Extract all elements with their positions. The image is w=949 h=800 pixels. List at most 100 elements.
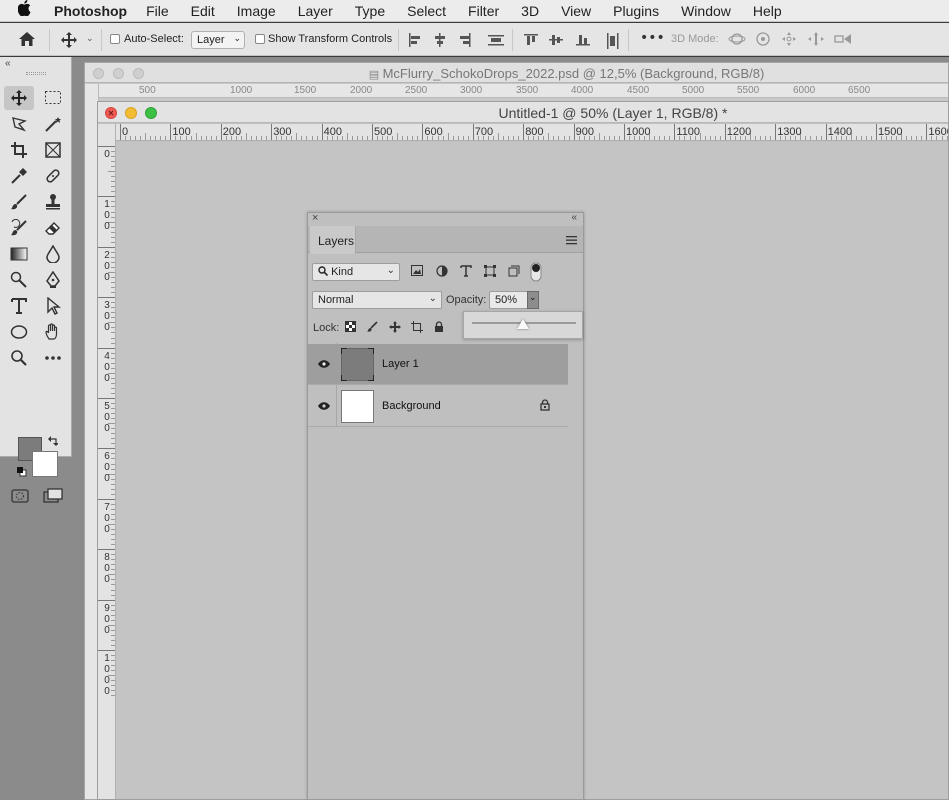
type-tool-icon[interactable] (4, 294, 34, 318)
gradient-tool-icon[interactable] (4, 242, 34, 266)
apple-menu-icon[interactable] (17, 0, 44, 21)
align-right-icon[interactable] (458, 33, 472, 50)
smart-object-filter-icon[interactable] (508, 265, 520, 280)
lock-transparent-pixels-icon[interactable] (345, 321, 356, 335)
clone-stamp-tool-icon[interactable] (38, 190, 68, 214)
lock-label: Lock: (313, 322, 340, 334)
lock-image-pixels-icon[interactable] (367, 321, 378, 335)
rectangular-marquee-tool-icon[interactable] (38, 86, 68, 110)
align-bottom-icon[interactable] (576, 33, 590, 50)
menu-window[interactable]: Window (670, 3, 742, 19)
zoom-tool-icon[interactable] (4, 346, 34, 370)
layer-locked-icon[interactable] (540, 399, 550, 414)
path-selection-tool-icon[interactable] (38, 294, 68, 318)
layer-thumbnail[interactable] (341, 348, 374, 381)
layer-thumbnail[interactable] (341, 390, 374, 423)
frame-tool-icon[interactable] (38, 138, 68, 162)
history-brush-tool-icon[interactable] (4, 216, 34, 240)
menu-help[interactable]: Help (742, 3, 793, 19)
auto-select-checkbox[interactable] (110, 34, 120, 44)
opacity-slider-handle[interactable] (517, 319, 529, 329)
show-transform-controls-checkbox[interactable] (255, 34, 265, 44)
eyedropper-tool-icon[interactable] (4, 164, 34, 188)
background-color-swatch[interactable] (32, 451, 58, 477)
shape-layer-filter-icon[interactable] (484, 265, 496, 280)
menu-select[interactable]: Select (396, 3, 457, 19)
menu-view[interactable]: View (550, 3, 602, 19)
more-tools-icon[interactable] (38, 346, 68, 370)
healing-brush-tool-icon[interactable] (38, 164, 68, 188)
magic-wand-tool-icon[interactable] (38, 112, 68, 136)
swap-colors-icon[interactable] (48, 435, 59, 449)
eraser-tool-icon[interactable] (38, 216, 68, 240)
orbit-3d-icon[interactable] (728, 31, 746, 50)
menu-3d[interactable]: 3D (510, 3, 550, 19)
distribute-vertical-icon[interactable] (606, 33, 620, 52)
default-colors-icon[interactable] (16, 466, 27, 480)
tab-layers[interactable]: Layers (310, 226, 356, 254)
menu-filter[interactable]: Filter (457, 3, 510, 19)
menu-image[interactable]: Image (226, 3, 287, 19)
collapse-toolbar-icon[interactable]: « (5, 58, 11, 69)
ruler-minor-tick (311, 136, 313, 140)
layer-row-layer-1[interactable]: Layer 1 (308, 344, 568, 385)
background-document-titlebar[interactable]: ▤ McFlurry_SchokoDrops_2022.psd @ 12,5% … (85, 63, 948, 83)
more-options-icon[interactable]: ••• (640, 30, 665, 46)
close-panel-icon[interactable]: × (312, 212, 318, 224)
pen-tool-icon[interactable] (38, 268, 68, 292)
panel-menu-icon[interactable] (566, 234, 577, 248)
collapse-panel-icon[interactable]: « (571, 212, 577, 223)
opacity-slider-toggle[interactable]: ⌄ (527, 291, 539, 309)
menu-file[interactable]: File (135, 3, 180, 19)
adjustment-layer-filter-icon[interactable] (436, 265, 448, 280)
home-icon[interactable] (18, 31, 36, 50)
move-tool-preset-icon[interactable] (60, 31, 78, 52)
quick-mask-icon[interactable] (11, 489, 29, 506)
vertical-ruler[interactable]: 0 1 0 0 2 0 0 3 0 0 4 0 0 5 0 0 6 0 0 7 0 0 8 0 … (98, 124, 116, 799)
visibility-eye-icon[interactable] (318, 399, 330, 413)
layer-name[interactable]: Background (382, 400, 441, 412)
slide-3d-icon[interactable] (807, 31, 825, 50)
blur-tool-icon[interactable] (38, 242, 68, 266)
lasso-tool-icon[interactable] (4, 112, 34, 136)
filter-toggle-switch[interactable] (530, 262, 542, 285)
align-horizontal-center-icon[interactable] (433, 33, 447, 50)
align-top-icon[interactable] (524, 33, 538, 50)
auto-select-dropdown[interactable]: Layer ⌄ (191, 31, 245, 49)
horizontal-ruler[interactable]: 0 100 200 300 400 500 600 700 800 900 1000 1100 1200… (116, 124, 948, 141)
distribute-horizontal-icon[interactable] (488, 33, 504, 50)
menu-type[interactable]: Type (344, 3, 396, 19)
ruler-minor-tick (111, 639, 115, 641)
dodge-tool-icon[interactable] (4, 268, 34, 292)
pixel-layer-filter-icon[interactable] (411, 265, 423, 279)
filter-kind-dropdown[interactable]: Kind ⌄ (312, 263, 400, 281)
lock-all-icon[interactable] (434, 321, 444, 336)
ellipse-tool-icon[interactable] (4, 320, 34, 344)
ruler-minor-tick (563, 136, 565, 140)
brush-tool-icon[interactable] (4, 190, 34, 214)
lock-position-icon[interactable] (389, 321, 401, 336)
scale-3d-icon[interactable] (834, 31, 852, 50)
align-vertical-center-icon[interactable] (549, 33, 563, 50)
type-layer-filter-icon[interactable] (460, 265, 472, 280)
move-tool-icon[interactable] (4, 86, 34, 110)
hand-tool-icon[interactable] (38, 320, 68, 344)
visibility-eye-icon[interactable] (318, 357, 330, 371)
align-left-icon[interactable] (408, 33, 422, 50)
screen-mode-icon[interactable] (43, 488, 63, 507)
menu-edit[interactable]: Edit (180, 3, 226, 19)
blend-mode-dropdown[interactable]: Normal ⌄ (312, 291, 442, 309)
roll-3d-icon[interactable] (755, 31, 771, 50)
preset-dropdown-chevron-icon[interactable]: ⌄ (86, 34, 94, 44)
lock-artboard-icon[interactable] (411, 321, 423, 336)
app-name-menu[interactable]: Photoshop (54, 3, 127, 19)
menu-layer[interactable]: Layer (287, 3, 344, 19)
layers-panel-header[interactable]: × « (308, 212, 583, 226)
pan-3d-icon[interactable] (781, 31, 797, 50)
crop-tool-icon[interactable] (4, 138, 34, 162)
menu-plugins[interactable]: Plugins (602, 3, 670, 19)
layer-name[interactable]: Layer 1 (382, 358, 419, 370)
toolbar-grip[interactable] (26, 72, 46, 75)
layer-row-background[interactable]: Background (308, 386, 568, 427)
active-document-titlebar[interactable]: Untitled-1 @ 50% (Layer 1, RGB/8) * (98, 102, 948, 123)
